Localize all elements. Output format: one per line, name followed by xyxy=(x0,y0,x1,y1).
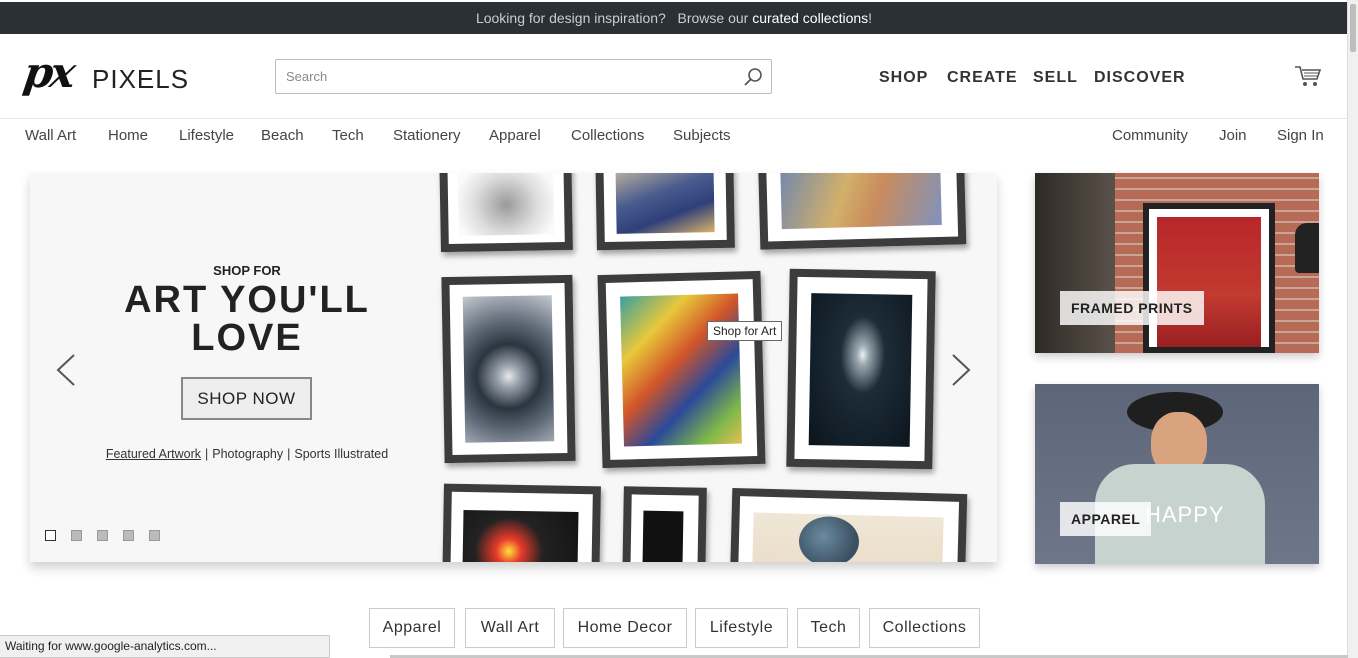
search-icon[interactable] xyxy=(743,67,763,87)
browser-status-bar: Waiting for www.google-analytics.com... xyxy=(0,635,330,658)
framed-artwork-landscape[interactable] xyxy=(595,173,735,251)
framed-magazine xyxy=(1143,203,1275,353)
shop-now-button[interactable]: SHOP NOW xyxy=(181,377,312,420)
framed-artwork-umbrella[interactable] xyxy=(786,268,936,470)
shirt-print: HAPPY xyxy=(1145,502,1225,527)
category-tech-button[interactable]: Tech xyxy=(797,608,860,648)
lamp xyxy=(1295,223,1319,273)
magazine-cover xyxy=(1157,217,1261,347)
nav-discover[interactable]: DISCOVER xyxy=(1094,69,1186,87)
category-collections-button[interactable]: Collections xyxy=(869,608,980,648)
hero-headline: ART YOU'LL LOVE xyxy=(90,281,404,357)
logo-text[interactable]: PIXELS xyxy=(92,64,189,95)
framed-artwork-portrait[interactable] xyxy=(622,486,707,562)
link-separator: | xyxy=(287,447,291,461)
subnav-beach[interactable]: Beach xyxy=(261,127,304,144)
subnav-tech[interactable]: Tech xyxy=(332,127,364,144)
search-box[interactable] xyxy=(275,59,772,94)
hero-headline-line-1: ART YOU'LL xyxy=(124,279,370,321)
framed-artwork-propeller[interactable] xyxy=(441,274,576,464)
search-input[interactable] xyxy=(276,60,736,93)
category-wall-art-button[interactable]: Wall Art xyxy=(465,608,555,648)
hero-links: Featured Artwork | Photography | Sports Illu… xyxy=(30,447,464,461)
framed-artwork-bison[interactable] xyxy=(597,270,766,469)
scrollbar-thumb[interactable] xyxy=(1350,4,1356,52)
category-home-decor-button[interactable]: Home Decor xyxy=(563,608,687,648)
slide-dot[interactable] xyxy=(97,530,108,541)
curated-collections-link[interactable]: curated collections xyxy=(752,10,868,26)
hero-carousel: SHOP FOR ART YOU'LL LOVE SHOP NOW Featur… xyxy=(30,173,997,562)
cart-icon[interactable] xyxy=(1294,64,1322,88)
nav-shop[interactable]: SHOP xyxy=(879,69,928,87)
subnav-stationery[interactable]: Stationery xyxy=(393,127,461,144)
chevron-right-icon[interactable] xyxy=(947,353,973,387)
promo-end: ! xyxy=(868,10,873,26)
promo-bar: Looking for design inspiration? Browse o… xyxy=(0,2,1348,34)
category-subnav: Wall Art Home Lifestyle Beach Tech Stati… xyxy=(0,119,1348,151)
subnav-join[interactable]: Join xyxy=(1219,127,1247,144)
subnav-apparel[interactable]: Apparel xyxy=(489,127,541,144)
subnav-sign-in[interactable]: Sign In xyxy=(1277,127,1324,144)
site-header: px PIXELS SHOP CREATE SELL DISCOVER xyxy=(0,34,1348,119)
sports-illustrated-link[interactable]: Sports Illustrated xyxy=(294,447,388,461)
framed-artwork-figure[interactable] xyxy=(757,173,967,250)
link-separator: | xyxy=(205,447,209,461)
framed-prints-tile[interactable]: FRAMED PRINTS xyxy=(1035,173,1319,353)
framed-prints-label[interactable]: FRAMED PRINTS xyxy=(1060,291,1204,325)
featured-artwork-link[interactable]: Featured Artwork xyxy=(106,447,201,461)
category-lifestyle-button[interactable]: Lifestyle xyxy=(695,608,788,648)
shelf xyxy=(1035,173,1115,353)
logo-mark[interactable]: px xyxy=(21,48,76,97)
slide-dot[interactable] xyxy=(149,530,160,541)
nav-sell[interactable]: SELL xyxy=(1033,69,1078,87)
slide-dot[interactable] xyxy=(71,530,82,541)
slide-dot[interactable] xyxy=(45,530,56,541)
shop-for-art-tooltip: Shop for Art xyxy=(707,321,783,341)
hero-headline-line-2: LOVE xyxy=(191,317,303,359)
vertical-scrollbar[interactable] xyxy=(1347,0,1358,658)
subnav-wall-art[interactable]: Wall Art xyxy=(25,127,76,144)
subnav-home[interactable]: Home xyxy=(108,127,148,144)
framed-artwork-sketch[interactable] xyxy=(439,173,573,253)
framed-artwork-cocktail[interactable] xyxy=(442,483,601,562)
subnav-subjects[interactable]: Subjects xyxy=(673,127,731,144)
category-apparel-button[interactable]: Apparel xyxy=(369,608,455,648)
slide-dot[interactable] xyxy=(123,530,134,541)
hero-kicker: SHOP FOR xyxy=(213,263,281,278)
nav-create[interactable]: CREATE xyxy=(947,69,1018,87)
photography-link[interactable]: Photography xyxy=(212,447,283,461)
framed-artwork-fish[interactable] xyxy=(729,487,968,562)
apparel-tile[interactable]: HAPPY APPAREL xyxy=(1035,384,1319,564)
subnav-community[interactable]: Community xyxy=(1112,127,1188,144)
subnav-collections[interactable]: Collections xyxy=(571,127,644,144)
subnav-lifestyle[interactable]: Lifestyle xyxy=(179,127,234,144)
apparel-label[interactable]: APPAREL xyxy=(1060,502,1152,536)
chevron-left-icon[interactable] xyxy=(54,353,80,387)
promo-text: Looking for design inspiration? Browse o… xyxy=(475,10,753,26)
